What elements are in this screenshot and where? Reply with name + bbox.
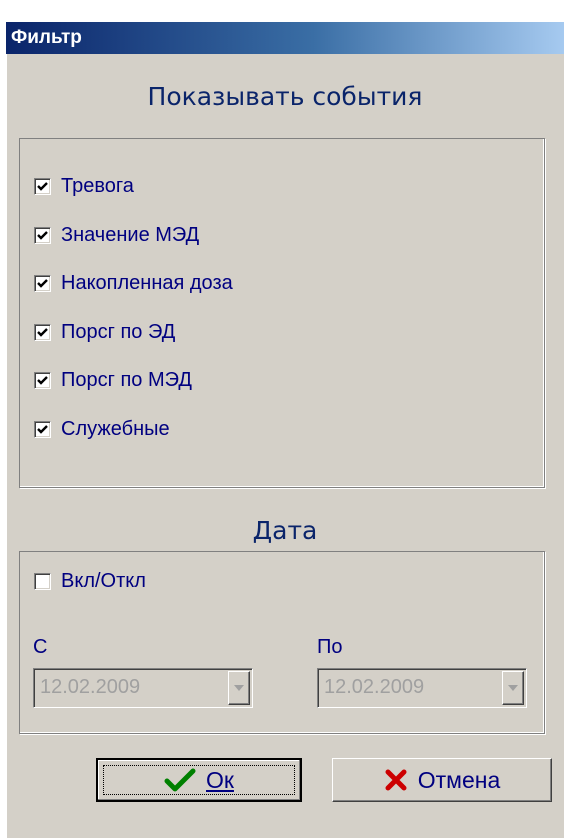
- event-checkbox-row[interactable]: Накопленная доза: [34, 270, 233, 296]
- checkmark-icon: [37, 375, 48, 385]
- checkbox[interactable]: [34, 371, 51, 389]
- date-from-value: 12.02.2009: [40, 676, 141, 698]
- x-icon: [385, 769, 407, 791]
- checkbox-label: Накопленная доза: [61, 271, 233, 294]
- cancel-button-label: Отмена: [417, 766, 501, 793]
- focus-rect: [103, 765, 295, 795]
- date-to-label: По: [317, 636, 343, 658]
- checkmark-icon: [37, 181, 48, 191]
- checkbox-label: Тревога: [61, 174, 134, 197]
- date-from-select[interactable]: 12.02.2009: [33, 668, 253, 708]
- event-checkbox-row[interactable]: Порсг по ЭД: [34, 319, 175, 345]
- checkbox[interactable]: [34, 420, 51, 438]
- checkbox[interactable]: [34, 323, 51, 341]
- event-checkbox-row[interactable]: Значение МЭД: [34, 222, 199, 248]
- checkbox[interactable]: [34, 177, 51, 195]
- checkbox-label: Порсг по МЭД: [61, 368, 192, 391]
- checkmark-icon: [37, 278, 48, 288]
- date-group: Вкл/Откл С По 12.02.2009 12.02.2009: [19, 551, 545, 734]
- date-from-label: С: [33, 636, 48, 658]
- event-checkbox-row[interactable]: Порсг по МЭД: [34, 367, 192, 393]
- checkbox-label: Значение МЭД: [61, 223, 200, 246]
- checkbox[interactable]: [34, 274, 51, 292]
- chevron-down-icon: [234, 685, 244, 691]
- cancel-button[interactable]: Отмена: [332, 758, 552, 802]
- date-to-select[interactable]: 12.02.2009: [317, 668, 527, 708]
- date-toggle-row[interactable]: Вкл/Откл: [34, 568, 146, 594]
- chevron-down-icon: [508, 685, 518, 691]
- event-checkbox-row[interactable]: Служебные: [34, 416, 170, 442]
- checkbox[interactable]: [34, 226, 51, 244]
- date-to-value: 12.02.2009: [324, 676, 425, 698]
- checkmark-icon: [37, 424, 48, 434]
- window-title: Фильтр: [11, 27, 82, 48]
- checkmark-icon: [37, 327, 48, 337]
- event-checkbox-row[interactable]: Тревога: [34, 173, 134, 199]
- events-group: Тревога Значение МЭД Накопленная доза По…: [19, 138, 545, 488]
- checkmark-icon: [37, 230, 48, 240]
- checkbox-label: Порсг по ЭД: [61, 320, 176, 343]
- checkbox-label: Служебные: [61, 417, 170, 440]
- date-from-dropdown-button[interactable]: [228, 671, 250, 705]
- date-toggle-label: Вкл/Откл: [61, 569, 146, 592]
- date-to-dropdown-button[interactable]: [502, 671, 524, 705]
- date-toggle-checkbox[interactable]: [34, 572, 51, 590]
- ok-button[interactable]: Ок: [96, 758, 302, 802]
- date-section-title: Дата: [252, 516, 318, 545]
- events-section-title: Показывать события: [147, 82, 423, 111]
- title-bar: Фильтр: [6, 22, 564, 54]
